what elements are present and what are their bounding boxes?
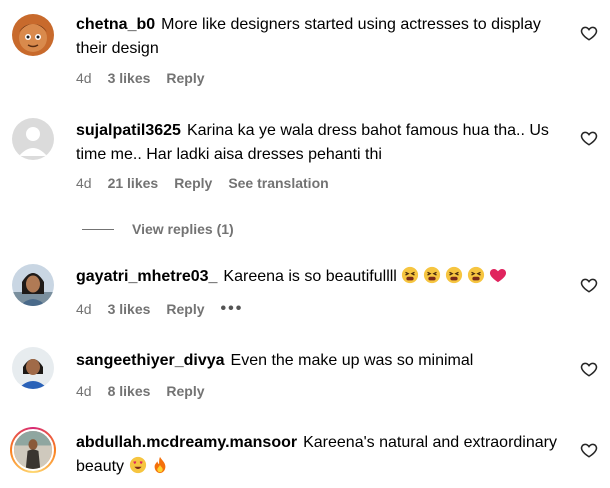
heart-outline-icon[interactable] xyxy=(580,129,598,147)
tired-face-emoji-icon xyxy=(468,266,485,284)
comment-meta: 4d 3 likes Reply ••• xyxy=(76,300,243,318)
username[interactable]: abdullah.mcdreamy.mansoor xyxy=(76,434,297,451)
heart-outline-icon[interactable] xyxy=(580,441,598,459)
comment-text: chetna_b0 More like designers started usi… xyxy=(76,13,576,61)
comment-text: sujalpatil3625 Karina ka ye wala dress ba… xyxy=(76,119,576,167)
comment-meta: 4d 3 likes Reply xyxy=(76,70,205,86)
username[interactable]: sujalpatil3625 xyxy=(76,122,181,139)
divider xyxy=(82,228,114,230)
comment-meta: 4d 21 likes Reply See translation xyxy=(76,175,329,191)
avatar[interactable] xyxy=(12,264,54,306)
fire-emoji-icon xyxy=(154,456,165,474)
reply-button[interactable]: Reply xyxy=(174,175,212,191)
comment-body: Kareena is so beautifullll xyxy=(223,268,397,285)
heart-outline-icon[interactable] xyxy=(580,24,598,42)
comment-meta: 4d 8 likes Reply xyxy=(76,383,205,399)
view-replies-button[interactable]: View replies (1) xyxy=(82,221,234,237)
avatar[interactable] xyxy=(12,118,54,160)
tired-face-emoji-icon xyxy=(402,266,419,284)
see-translation-button[interactable]: See translation xyxy=(228,175,328,191)
heart-outline-icon[interactable] xyxy=(580,276,598,294)
timestamp: 4d xyxy=(76,175,92,191)
reply-button[interactable]: Reply xyxy=(166,70,204,86)
reply-button[interactable]: Reply xyxy=(166,301,204,317)
username[interactable]: gayatri_mhetre03_ xyxy=(76,268,217,285)
tired-face-emoji-icon xyxy=(446,266,463,284)
red-heart-emoji-icon xyxy=(490,268,507,283)
comment-text: sangeethiyer_divya Even the make up was s… xyxy=(76,349,576,373)
timestamp: 4d xyxy=(76,383,92,399)
avatar-image xyxy=(12,429,54,471)
reply-button[interactable]: Reply xyxy=(166,383,204,399)
avatar[interactable] xyxy=(12,347,54,389)
avatar[interactable] xyxy=(12,14,54,56)
timestamp: 4d xyxy=(76,301,92,317)
comment-body: Even the make up was so minimal xyxy=(230,352,474,369)
heart-outline-icon[interactable] xyxy=(580,360,598,378)
more-options-icon[interactable]: ••• xyxy=(221,300,244,318)
username[interactable]: chetna_b0 xyxy=(76,16,155,33)
likes-count[interactable]: 3 likes xyxy=(108,301,151,317)
tired-face-emoji-icon xyxy=(424,266,441,284)
likes-count[interactable]: 8 likes xyxy=(108,383,151,399)
comment-text: abdullah.mcdreamy.mansoor Kareena's natur… xyxy=(76,431,576,479)
view-replies-label: View replies (1) xyxy=(132,221,234,237)
comment-text: gayatri_mhetre03_ Kareena is so beautiful… xyxy=(76,265,576,289)
username[interactable]: sangeethiyer_divya xyxy=(76,352,225,369)
likes-count[interactable]: 3 likes xyxy=(108,70,151,86)
heart-eyes-emoji-icon xyxy=(129,456,146,474)
timestamp: 4d xyxy=(76,70,92,86)
likes-count[interactable]: 21 likes xyxy=(108,175,159,191)
avatar[interactable] xyxy=(10,427,56,473)
